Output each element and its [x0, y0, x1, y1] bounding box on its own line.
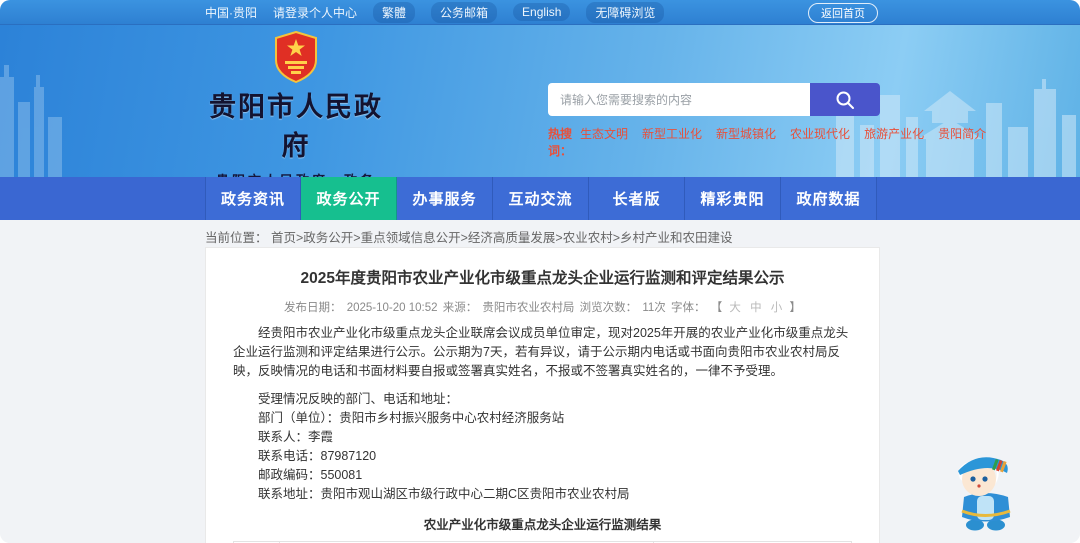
- bracket-open: 【: [710, 302, 723, 314]
- hot-word-tourism[interactable]: 旅游产业化: [864, 125, 924, 159]
- views-label: 浏览次数：: [579, 302, 638, 314]
- site-logo-block[interactable]: 贵阳市人民政府 贵阳市人民政府．政务 www.guiyang.gov.cn: [196, 31, 396, 177]
- hot-word-industrialization[interactable]: 新型工业化: [642, 125, 702, 159]
- topbar-item-traditional[interactable]: 繁體: [373, 1, 416, 23]
- search-icon: [836, 91, 854, 109]
- hot-word-ecology[interactable]: 生态文明: [580, 125, 628, 159]
- article-paragraph: 受理情况反映的部门、电话和地址：: [258, 392, 459, 406]
- source-label: 来源：: [442, 302, 478, 314]
- search-input[interactable]: [548, 83, 810, 116]
- nav-tab-senior-version[interactable]: 长者版: [589, 177, 685, 220]
- city-skyline-left-decoration: [0, 65, 62, 177]
- mascot-icon: [958, 457, 1011, 531]
- bracket-close: 】: [789, 302, 802, 314]
- breadcrumb-path[interactable]: 首页>政务公开>重点领域信息公开>经济高质量发展>农业农村>乡村产业和农田建设: [271, 231, 733, 245]
- font-size-small[interactable]: 小: [771, 302, 783, 314]
- hot-word-urbanization[interactable]: 新型城镇化: [716, 125, 776, 159]
- browser-viewport: 中国·贵阳 请登录个人中心 繁體 公务邮箱 English 无障碍浏览 返回首页: [0, 0, 1080, 543]
- publish-date: 2025-10-20 10:52: [346, 302, 438, 314]
- hot-word-guiyang-intro[interactable]: 贵阳简介: [938, 125, 986, 159]
- national-emblem-icon: [275, 31, 317, 83]
- article-card: 2025年度贵阳市农业产业化市级重点龙头企业运行监测和评定结果公示 发布日期： …: [205, 247, 880, 543]
- article-paragraph: 经贵阳市农业产业化市级重点龙头企业联席会议成员单位审定，现对2025年开展的农业…: [233, 326, 849, 378]
- font-size-medium[interactable]: 中: [750, 302, 762, 314]
- breadcrumb: 当前位置： 首页>政务公开>重点领域信息公开>经济高质量发展>农业农村>乡村产业…: [205, 220, 1080, 247]
- result-table-title: 农业产业化市级重点龙头企业运行监测结果: [423, 518, 662, 532]
- topbar-item-china-guiyang[interactable]: 中国·贵阳: [205, 4, 257, 21]
- nav-tab-splendid-guiyang[interactable]: 精彩贵阳: [685, 177, 781, 220]
- topbar-item-login[interactable]: 请登录个人中心: [273, 4, 357, 21]
- topbar-item-official-mail[interactable]: 公务邮箱: [431, 1, 498, 23]
- nav-tab-public-disclosure[interactable]: 政务公开: [301, 177, 397, 220]
- breadcrumb-label: 当前位置：: [205, 231, 268, 245]
- nav-tab-news[interactable]: 政务资讯: [205, 177, 301, 220]
- contact-phone-line: 联系电话：87987120: [258, 449, 377, 463]
- font-size-large[interactable]: 大: [729, 302, 741, 314]
- views-count: 11次: [642, 302, 666, 314]
- contact-postcode-line: 邮政编码：550081: [258, 468, 363, 482]
- site-title: 贵阳市人民政府: [209, 92, 383, 161]
- page-body: 当前位置： 首页>政务公开>重点领域信息公开>经济高质量发展>农业农村>乡村产业…: [0, 220, 1080, 543]
- site-header: 贵阳市人民政府 贵阳市人民政府．政务 www.guiyang.gov.cn 热搜…: [0, 25, 1080, 177]
- article-meta: 发布日期： 2025-10-20 10:52 来源： 贵阳市农业农村局 浏览次数…: [233, 299, 852, 315]
- publish-date-label: 发布日期：: [284, 302, 342, 314]
- assistant-mascot[interactable]: [948, 449, 1022, 531]
- nav-tab-gov-data[interactable]: 政府数据: [781, 177, 877, 220]
- top-utility-bar: 中国·贵阳 请登录个人中心 繁體 公务邮箱 English 无障碍浏览 返回首页: [0, 0, 1080, 25]
- topbar-item-accessibility[interactable]: 无障碍浏览: [586, 1, 665, 23]
- nav-tab-services[interactable]: 办事服务: [397, 177, 493, 220]
- search-block: 热搜词： 生态文明 新型工业化 新型城镇化 农业现代化 旅游产业化 贵阳简介: [548, 83, 986, 159]
- hot-search-label: 热搜词：: [548, 127, 573, 158]
- nav-tab-interaction[interactable]: 互动交流: [493, 177, 589, 220]
- contact-address-line: 联系地址：贵阳市观山湖区市级行政中心二期C区贵阳市农业农村局: [258, 487, 630, 501]
- contact-person-line: 联系人：李霞: [258, 430, 334, 444]
- site-subtitle: 贵阳市人民政府．政务: [196, 170, 396, 177]
- source: 贵阳市农业农村局: [482, 302, 575, 314]
- contact-department-line: 部门（单位）：贵阳市乡村振兴服务中心农村经济服务站: [258, 411, 565, 425]
- hot-word-agriculture[interactable]: 农业现代化: [790, 125, 850, 159]
- main-navigation: 政务资讯 政务公开 办事服务 互动交流 长者版 精彩贵阳 政府数据: [0, 177, 1080, 220]
- article-title: 2025年度贵阳市农业产业化市级重点龙头企业运行监测和评定结果公示: [300, 270, 785, 287]
- search-button[interactable]: [810, 83, 880, 116]
- hot-search-row: 热搜词： 生态文明 新型工业化 新型城镇化 农业现代化 旅游产业化 贵阳简介: [548, 125, 986, 159]
- topbar-item-english[interactable]: English: [513, 3, 571, 21]
- font-size-label: 字体：: [670, 302, 706, 314]
- return-home-button[interactable]: 返回首页: [808, 3, 878, 23]
